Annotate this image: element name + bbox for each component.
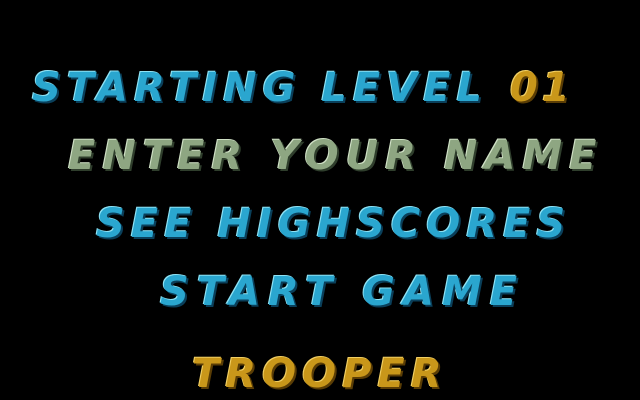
highscores-label: SEE HIGHSCORES — [96, 201, 572, 247]
starting-level-value: 01 — [510, 65, 574, 111]
starting-level-label: STARTING LEVEL — [32, 65, 488, 111]
enter-name-label: ENTER YOUR NAME — [68, 133, 604, 179]
game-menu-screen: STARTING LEVEL 01 ENTER YOUR NAME SEE HI… — [0, 0, 640, 400]
player-name-text: TROOPER — [192, 351, 448, 397]
start-game-label: START GAME — [160, 269, 526, 315]
